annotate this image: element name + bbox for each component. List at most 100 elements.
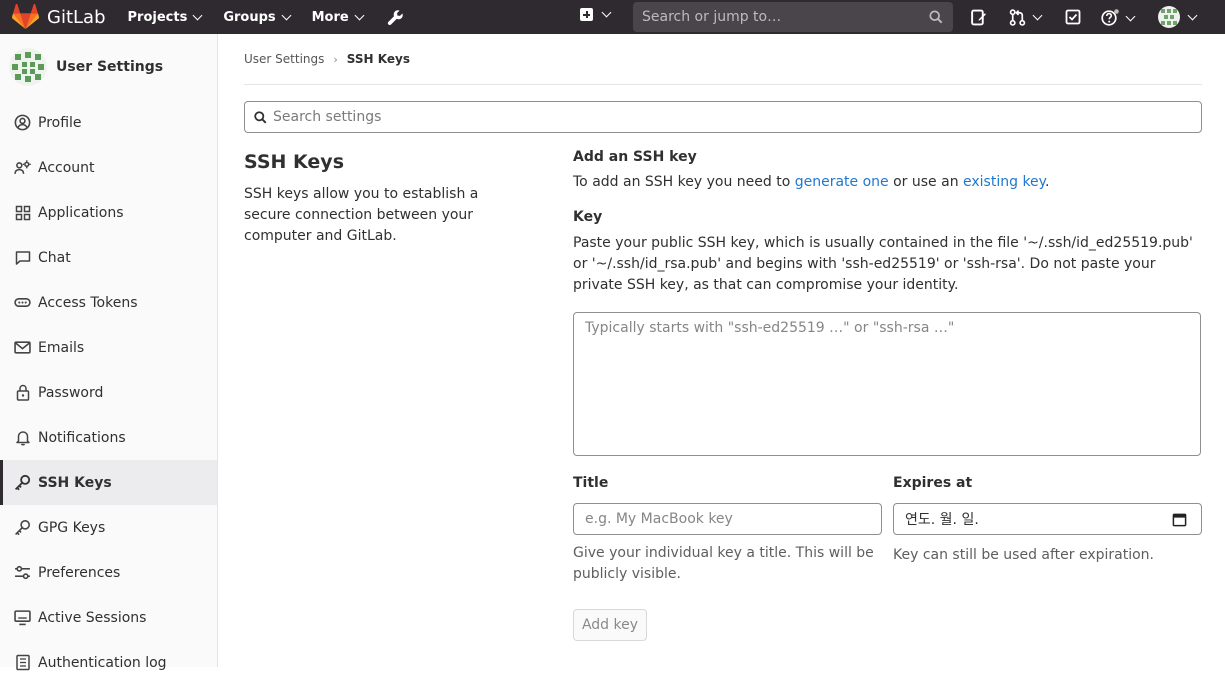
calendar-icon[interactable] xyxy=(1172,512,1187,527)
sidebar-item-profile[interactable]: Profile xyxy=(0,100,217,145)
sidebar-item-label: Access Tokens xyxy=(38,294,138,311)
expires-field: Expires at 연도. 월. 일. Key can still be us… xyxy=(893,475,1202,585)
expires-label: Expires at xyxy=(893,475,973,491)
wrench-icon xyxy=(387,9,403,25)
account-icon xyxy=(14,159,31,176)
key-icon xyxy=(14,519,31,536)
breadcrumb: User Settings › SSH Keys xyxy=(244,34,1202,85)
chevron-down-icon xyxy=(281,10,292,20)
monitor-icon xyxy=(14,609,31,626)
sidebar-item-account[interactable]: Account xyxy=(0,145,217,190)
generate-one-link[interactable]: generate one xyxy=(795,174,889,190)
sidebar-item-label: Chat xyxy=(38,249,71,266)
groups-label: Groups xyxy=(223,9,276,25)
sidebar-item-label: Emails xyxy=(38,339,85,356)
sidebar-item-label: SSH Keys xyxy=(38,474,112,491)
search-placeholder: Search or jump to… xyxy=(642,9,782,25)
projects-menu[interactable]: Projects xyxy=(128,10,203,25)
groups-menu[interactable]: Groups xyxy=(223,9,292,25)
preferences-icon xyxy=(14,564,31,581)
chat-icon xyxy=(14,249,31,266)
sidebar-item-preferences[interactable]: Preferences xyxy=(0,550,217,595)
existing-key-link[interactable]: existing key xyxy=(963,174,1045,190)
profile-icon xyxy=(14,114,31,131)
sidebar-item-access-tokens[interactable]: Access Tokens xyxy=(0,280,217,325)
settings-sidebar: User Settings Profile Account Applicatio… xyxy=(0,34,218,671)
form-intro-middle: or use an xyxy=(888,174,964,190)
title-input[interactable]: e.g. My MacBook key xyxy=(573,503,882,535)
key-icon xyxy=(14,474,31,491)
more-label: More xyxy=(311,9,349,25)
form-intro-prefix: To add an SSH key you need to xyxy=(573,174,795,190)
sidebar-item-label: GPG Keys xyxy=(38,519,106,536)
todos-button[interactable] xyxy=(1065,9,1081,29)
sidebar-item-label: Active Sessions xyxy=(38,609,147,626)
search-input[interactable]: Search or jump to… xyxy=(633,2,953,32)
expires-date-input[interactable]: 연도. 월. 일. xyxy=(893,503,1202,535)
help-button[interactable] xyxy=(1101,9,1136,27)
log-icon xyxy=(14,654,31,671)
gitlab-tanuki-icon xyxy=(12,4,39,29)
search-icon xyxy=(929,10,943,24)
top-navbar: GitLab Projects Groups More Search or ju… xyxy=(0,0,1225,34)
sidebar-item-notifications[interactable]: Notifications xyxy=(0,415,217,460)
issues-icon xyxy=(971,9,986,26)
form-intro: To add an SSH key you need to generate o… xyxy=(573,172,1202,193)
title-placeholder: e.g. My MacBook key xyxy=(585,511,733,527)
applications-icon xyxy=(14,204,31,221)
search-icon xyxy=(254,110,267,123)
form-intro-suffix: . xyxy=(1044,174,1050,190)
title-label: Title xyxy=(573,475,609,491)
todo-icon xyxy=(1065,9,1081,25)
chevron-down-icon xyxy=(192,10,203,20)
plus-square-icon xyxy=(580,8,593,21)
sidebar-item-chat[interactable]: Chat xyxy=(0,235,217,280)
sidebar-item-applications[interactable]: Applications xyxy=(0,190,217,235)
admin-area-button[interactable] xyxy=(387,9,404,26)
key-help-text: Paste your public SSH key, which is usua… xyxy=(573,235,1193,293)
sidebar-item-gpg-keys[interactable]: GPG Keys xyxy=(0,505,217,550)
sidebar-item-ssh-keys[interactable]: SSH Keys xyxy=(0,460,217,505)
avatar xyxy=(9,48,47,86)
sidebar-item-label: Preferences xyxy=(38,564,121,581)
merge-requests-button[interactable] xyxy=(1009,9,1043,26)
gitlab-logo[interactable]: GitLab xyxy=(12,4,106,30)
settings-search-input[interactable]: Search settings xyxy=(244,101,1202,133)
expires-value: 연도. 월. 일. xyxy=(905,512,979,528)
form-heading: Add an SSH key xyxy=(573,149,697,165)
new-dropdown-button[interactable] xyxy=(580,7,612,21)
add-ssh-key-form: Add an SSH key To add an SSH key you nee… xyxy=(573,149,1202,641)
expires-help-text: Key can still be used after expiration. xyxy=(893,547,1155,563)
token-icon xyxy=(14,294,31,311)
breadcrumb-ssh-keys[interactable]: SSH Keys xyxy=(347,52,410,66)
chevron-down-icon xyxy=(1125,11,1136,21)
title-expires-row: Title e.g. My MacBook key Give your indi… xyxy=(573,475,1202,585)
page-title: SSH Keys xyxy=(244,151,345,173)
more-menu[interactable]: More xyxy=(311,9,365,25)
breadcrumb-user-settings[interactable]: User Settings xyxy=(244,52,324,66)
sidebar-item-label: Authentication log xyxy=(38,654,167,671)
bell-icon xyxy=(14,429,31,446)
chevron-down-icon xyxy=(354,10,365,20)
sidebar-item-password[interactable]: Password xyxy=(0,370,217,415)
user-menu-button[interactable] xyxy=(1158,6,1198,28)
mail-icon xyxy=(14,339,31,356)
title-help-text: Give your individual key a title. This w… xyxy=(573,545,874,582)
main-content: User Settings › SSH Keys Search settings… xyxy=(244,34,1202,641)
sidebar-item-label: Profile xyxy=(38,114,82,131)
sidebar-item-emails[interactable]: Emails xyxy=(0,325,217,370)
key-textarea[interactable]: Typically starts with "ssh-ed25519 …" or… xyxy=(573,312,1201,456)
sidebar-header[interactable]: User Settings xyxy=(0,34,217,100)
chevron-right-icon: › xyxy=(333,52,338,66)
section-intro: SSH Keys SSH keys allow you to establish… xyxy=(244,151,514,247)
sidebar-item-active-sessions[interactable]: Active Sessions xyxy=(0,595,217,640)
chevron-down-icon xyxy=(1032,10,1043,21)
key-label: Key xyxy=(573,209,603,225)
add-key-button[interactable]: Add key xyxy=(573,609,647,641)
sidebar-item-authentication-log[interactable]: Authentication log xyxy=(0,640,217,685)
help-icon xyxy=(1101,9,1119,26)
sidebar-title: User Settings xyxy=(56,59,164,75)
sidebar-item-label: Applications xyxy=(38,204,124,221)
issues-button[interactable] xyxy=(970,9,987,30)
chevron-down-icon xyxy=(1187,10,1198,20)
